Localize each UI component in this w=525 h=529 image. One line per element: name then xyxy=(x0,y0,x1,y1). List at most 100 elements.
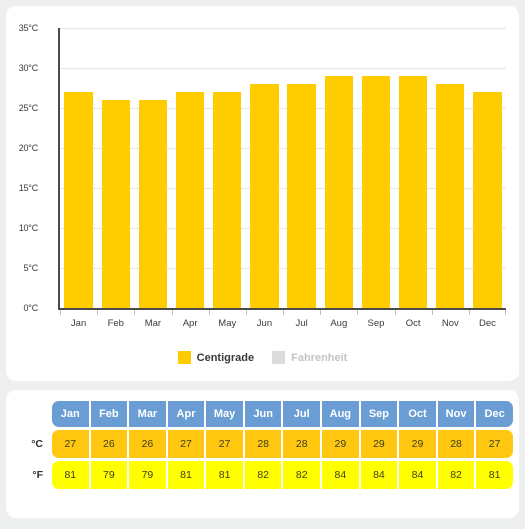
table-header-cell: Jul xyxy=(283,401,321,427)
bar-slot xyxy=(432,28,469,308)
table-header-cell: Dec xyxy=(476,401,513,427)
bar-slot xyxy=(246,28,283,308)
table-cell-celsius: 29 xyxy=(399,430,436,458)
table-cell-fahrenheit: 79 xyxy=(129,461,166,489)
bar-slot xyxy=(320,28,357,308)
x-axis-labels-group: Jan Feb Mar Apr May Jun Jul Aug Sep Oct Nov Dec xyxy=(60,318,506,329)
x-axis-tick xyxy=(60,310,97,315)
table-cell-celsius: 26 xyxy=(90,430,128,458)
table-cell-fahrenheit: 84 xyxy=(322,461,359,489)
weather-temperature-page: 0°C 5°C 10°C 15°C 20°C 25°C 30°C 35°C Jan Feb Mar… xyxy=(0,0,525,529)
legend-label-centigrade: Centigrade xyxy=(196,351,255,364)
legend-swatch-icon-fahrenheit xyxy=(272,351,286,364)
table-cell-celsius: 27 xyxy=(476,430,513,458)
chart-plot-area: 0°C 5°C 10°C 15°C 20°C 25°C 30°C 35°C xyxy=(19,23,507,315)
table-header-cell: Feb xyxy=(90,401,128,427)
y-axis-tick-label: 20°C xyxy=(18,143,39,153)
bar[interactable] xyxy=(324,76,353,308)
x-axis-tick-label: Jul xyxy=(295,318,308,329)
legend-item-fahrenheit[interactable]: Fahrenheit xyxy=(272,351,347,364)
table-cell-celsius: 29 xyxy=(360,430,398,458)
table-header-cell: Mar xyxy=(129,401,166,427)
bar-slot xyxy=(209,28,246,308)
bar[interactable] xyxy=(175,92,205,308)
bar-slot xyxy=(395,28,432,308)
table-cells-celsius: 27 26 26 27 27 28 28 29 29 29 28 27 xyxy=(52,430,519,458)
x-axis-tick xyxy=(394,310,432,315)
bar-slot xyxy=(60,28,97,308)
y-axis-tick-label: 15°C xyxy=(18,183,39,193)
bar-slot xyxy=(469,28,506,308)
x-axis-tick-label: Jan xyxy=(70,318,87,329)
bar[interactable] xyxy=(101,100,130,308)
legend-item-centigrade[interactable]: Centigrade xyxy=(177,351,255,364)
table-corner-cell xyxy=(6,401,52,427)
temperature-table-card: Jan Feb Mar Apr May Jun Jul Aug Sep Oct Nov Dec °C … xyxy=(6,390,519,518)
temperature-chart-card: 0°C 5°C 10°C 15°C 20°C 25°C 30°C 35°C Jan Feb Mar… xyxy=(6,6,519,381)
x-axis-tick xyxy=(208,310,246,315)
x-axis-tick-label: Apr xyxy=(182,318,198,329)
bars-group xyxy=(60,28,506,308)
row-label-fahrenheit: °F xyxy=(32,469,43,481)
x-axis-tick-label: Sep xyxy=(367,318,385,329)
bar[interactable] xyxy=(213,92,242,308)
x-axis-tick-label: Nov xyxy=(441,318,459,329)
table-cell-fahrenheit: 82 xyxy=(437,461,475,489)
x-axis-tick xyxy=(283,310,320,315)
bar-slot xyxy=(283,28,320,308)
legend-swatch-icon-centigrade xyxy=(177,351,191,364)
x-axis-tick xyxy=(134,310,171,315)
table-row-fahrenheit: °F 81 79 79 81 81 82 82 84 84 84 82 81 xyxy=(6,461,519,489)
x-axis-tick-label: Oct xyxy=(405,318,421,329)
x-axis-tick-label: Mar xyxy=(144,318,162,329)
y-axis-tick-label: 30°C xyxy=(18,63,39,73)
temperature-table: Jan Feb Mar Apr May Jun Jul Aug Sep Oct Nov Dec °C … xyxy=(6,401,519,489)
table-cell-fahrenheit: 82 xyxy=(283,461,321,489)
table-cell-celsius: 26 xyxy=(129,430,166,458)
bar[interactable] xyxy=(250,84,279,308)
bar-slot xyxy=(134,28,171,308)
y-axis-tick-label: 5°C xyxy=(23,263,38,273)
table-cells-fahrenheit: 81 79 79 81 81 82 82 84 84 84 82 81 xyxy=(52,461,519,489)
table-cell-celsius: 27 xyxy=(52,430,89,458)
table-header-cell: May xyxy=(206,401,243,427)
x-axis-tick xyxy=(245,310,283,315)
y-axis-tick-label: 10°C xyxy=(18,223,39,233)
row-label-celsius: °C xyxy=(31,438,43,450)
table-cell-celsius: 28 xyxy=(244,430,282,458)
x-axis-tick-label: Aug xyxy=(330,318,348,329)
y-axis-tick-label: 35°C xyxy=(18,23,39,33)
table-cell-fahrenheit: 84 xyxy=(360,461,398,489)
table-cell-celsius: 29 xyxy=(322,430,359,458)
table-header-cell: Aug xyxy=(322,401,359,427)
table-header-cell: Sep xyxy=(360,401,398,427)
table-cell-fahrenheit: 84 xyxy=(399,461,436,489)
bar[interactable] xyxy=(287,84,316,308)
bar[interactable] xyxy=(473,92,502,308)
bar[interactable] xyxy=(399,76,428,308)
x-axis-tick-label: Jun xyxy=(256,318,273,329)
y-axis-tick-label: 0°C xyxy=(23,303,38,313)
bar-slot xyxy=(97,28,134,308)
table-cell-fahrenheit: 81 xyxy=(206,461,243,489)
bar-slot xyxy=(357,28,394,308)
x-axis-tick-label: Feb xyxy=(107,318,124,329)
bar[interactable] xyxy=(436,84,465,308)
x-axis-ticks xyxy=(60,310,507,315)
table-cell-fahrenheit: 79 xyxy=(90,461,128,489)
legend-label-fahrenheit: Fahrenheit xyxy=(291,351,348,364)
bar[interactable] xyxy=(138,100,168,308)
table-header-cells: Jan Feb Mar Apr May Jun Jul Aug Sep Oct Nov Dec xyxy=(52,401,519,427)
bar[interactable] xyxy=(361,76,391,308)
table-header-cell: Nov xyxy=(437,401,475,427)
x-axis-tick xyxy=(431,310,469,315)
table-cell-fahrenheit: 81 xyxy=(52,461,89,489)
table-header-cell: Jun xyxy=(244,401,282,427)
bar[interactable] xyxy=(64,92,93,308)
table-header-cell: Oct xyxy=(399,401,436,427)
table-cell-fahrenheit: 82 xyxy=(244,461,282,489)
x-axis-tick-label: Dec xyxy=(479,318,496,329)
y-axis-tick-label: 25°C xyxy=(18,103,39,113)
table-cell-celsius: 28 xyxy=(437,430,475,458)
chart-legend: Centigrade Fahrenheit xyxy=(6,351,519,364)
